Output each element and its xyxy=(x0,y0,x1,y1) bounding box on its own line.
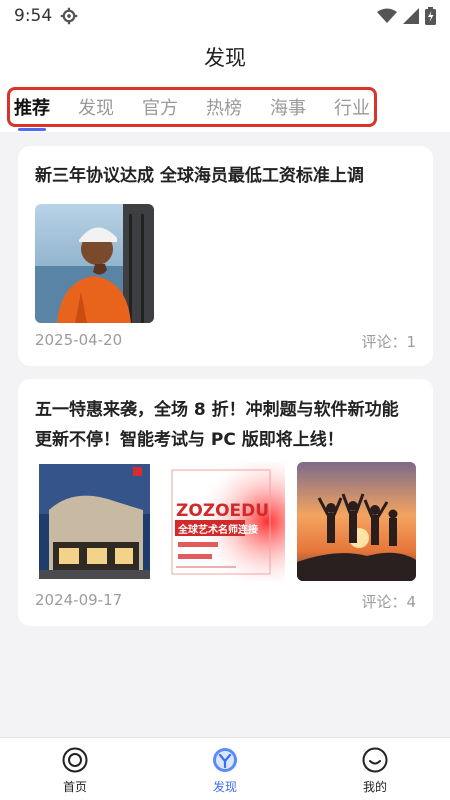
poster-image: ZOZOEDU 全球艺术名师连接 xyxy=(166,462,285,581)
tab-maritime[interactable]: 海事 xyxy=(270,94,306,120)
post-title-line: 更新不停！智能考试与 PC 版即将上线！ xyxy=(35,430,344,450)
status-bar: 9:54 xyxy=(0,0,450,32)
page-header: 发现 xyxy=(0,32,450,82)
post-title: 五一特惠来袭，全场 8 折！冲刺题与软件新功能 更新不停！智能考试与 PC 版即… xyxy=(35,395,416,455)
seafarer-photo xyxy=(35,204,154,323)
status-icons xyxy=(377,7,436,25)
battery-icon xyxy=(425,7,436,25)
poster-brand-text: ZOZOEDU xyxy=(176,501,269,521)
signal-icon xyxy=(403,8,419,24)
nav-discover[interactable]: 发现 xyxy=(150,738,300,800)
poster-headline-text: 全球艺术名师连接 xyxy=(177,523,258,536)
tab-recommend[interactable]: 推荐 xyxy=(14,94,50,131)
tab-discover[interactable]: 发现 xyxy=(78,94,114,120)
home-ring-icon xyxy=(62,747,88,773)
nav-profile-label: 我的 xyxy=(362,780,387,794)
page-title: 发现 xyxy=(204,46,246,70)
tab-hot-list[interactable]: 热榜 xyxy=(206,94,242,120)
bottom-navigation: 首页 发现 我的 xyxy=(0,737,450,800)
post-card[interactable]: 五一特惠来袭，全场 8 折！冲刺题与软件新功能 更新不停！智能考试与 PC 版即… xyxy=(18,379,433,626)
post-comment-count: 评论：1 xyxy=(361,333,416,351)
discover-icon xyxy=(213,748,237,772)
gear-icon xyxy=(60,7,78,25)
wifi-icon xyxy=(377,8,397,23)
status-time: 9:54 xyxy=(14,6,53,26)
post-date: 2024-09-17 xyxy=(35,591,123,609)
nav-home[interactable]: 首页 xyxy=(0,738,150,800)
nav-profile[interactable]: 我的 xyxy=(300,738,450,800)
nav-discover-label: 发现 xyxy=(212,780,237,794)
building-photo xyxy=(35,462,154,581)
tab-official[interactable]: 官方 xyxy=(142,94,178,120)
tab-industry[interactable]: 行业 xyxy=(334,94,370,120)
post-title: 新三年协议达成 全球海员最低工资标准上调 xyxy=(35,166,364,186)
category-tabs: 推荐 发现 官方 热榜 海事 行业 xyxy=(0,82,450,132)
post-date: 2025-04-20 xyxy=(35,331,123,349)
nav-home-label: 首页 xyxy=(62,780,87,794)
people-sunset-photo xyxy=(297,462,416,581)
post-comment-count: 评论：4 xyxy=(361,593,416,611)
profile-smile-icon xyxy=(362,747,388,773)
post-title-line: 五一特惠来袭，全场 8 折！冲刺题与软件新功能 xyxy=(35,400,399,420)
post-card[interactable]: 新三年协议达成 全球海员最低工资标准上调 2025-04-20 评论：1 xyxy=(18,146,433,366)
